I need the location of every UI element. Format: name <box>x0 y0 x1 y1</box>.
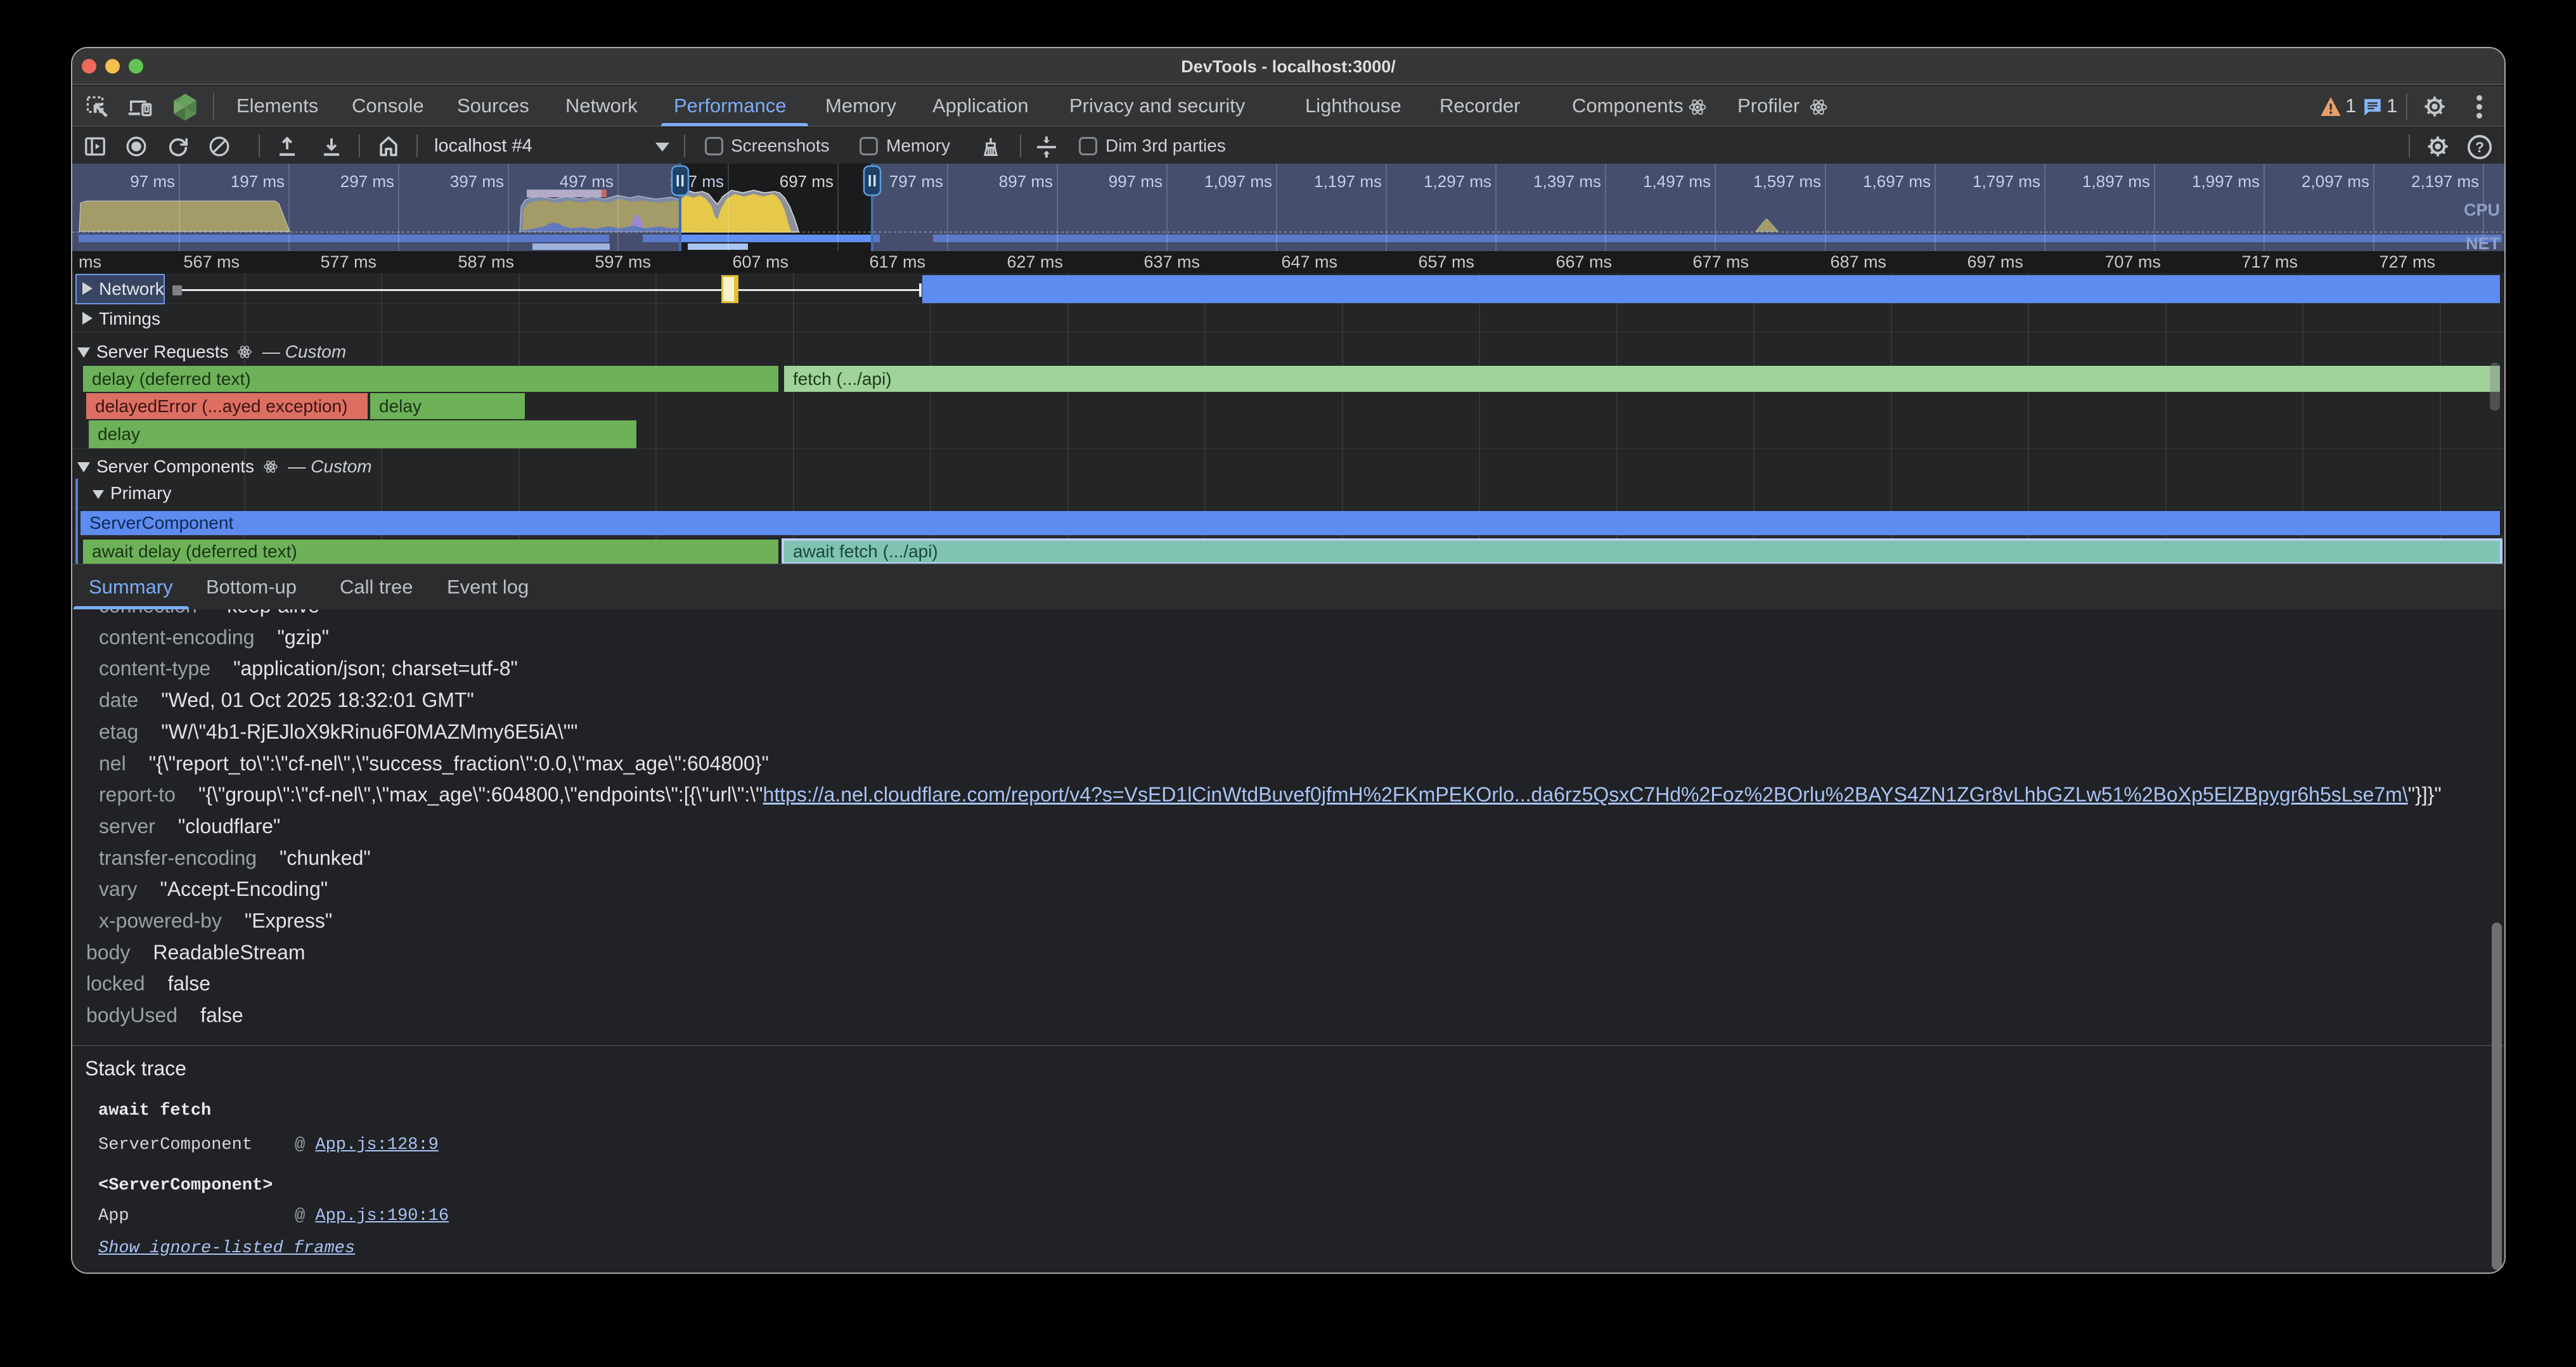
svg-text:1,497 ms: 1,497 ms <box>1643 172 1711 191</box>
svg-text:997 ms: 997 ms <box>1109 172 1162 191</box>
svg-text:297 ms: 297 ms <box>340 172 394 191</box>
svg-text:2,097 ms: 2,097 ms <box>2302 172 2369 191</box>
svg-text:1,797 ms: 1,797 ms <box>1973 172 2040 191</box>
svg-text:697 ms: 697 ms <box>780 172 834 191</box>
svg-text:797 ms: 797 ms <box>889 172 943 191</box>
svg-text:CPU: CPU <box>2464 200 2500 219</box>
svg-text:1,697 ms: 1,697 ms <box>1863 172 1931 191</box>
svg-text:1,197 ms: 1,197 ms <box>1314 172 1382 191</box>
svg-text:1,397 ms: 1,397 ms <box>1533 172 1601 191</box>
svg-text:1,897 ms: 1,897 ms <box>2082 172 2150 191</box>
svg-text:397 ms: 397 ms <box>450 172 504 191</box>
svg-text:1,997 ms: 1,997 ms <box>2192 172 2260 191</box>
svg-text:1,297 ms: 1,297 ms <box>1424 172 1491 191</box>
svg-text:97 ms: 97 ms <box>130 172 175 191</box>
svg-text:NET: NET <box>2466 234 2501 251</box>
svg-text:497 ms: 497 ms <box>560 172 614 191</box>
svg-text:197 ms: 197 ms <box>231 172 285 191</box>
svg-text:?: ? <box>2475 139 2484 155</box>
svg-text:1,097 ms: 1,097 ms <box>1204 172 1272 191</box>
svg-text:1,597 ms: 1,597 ms <box>1753 172 1821 191</box>
svg-text:897 ms: 897 ms <box>999 172 1053 191</box>
svg-text:2,197 ms: 2,197 ms <box>2411 172 2479 191</box>
